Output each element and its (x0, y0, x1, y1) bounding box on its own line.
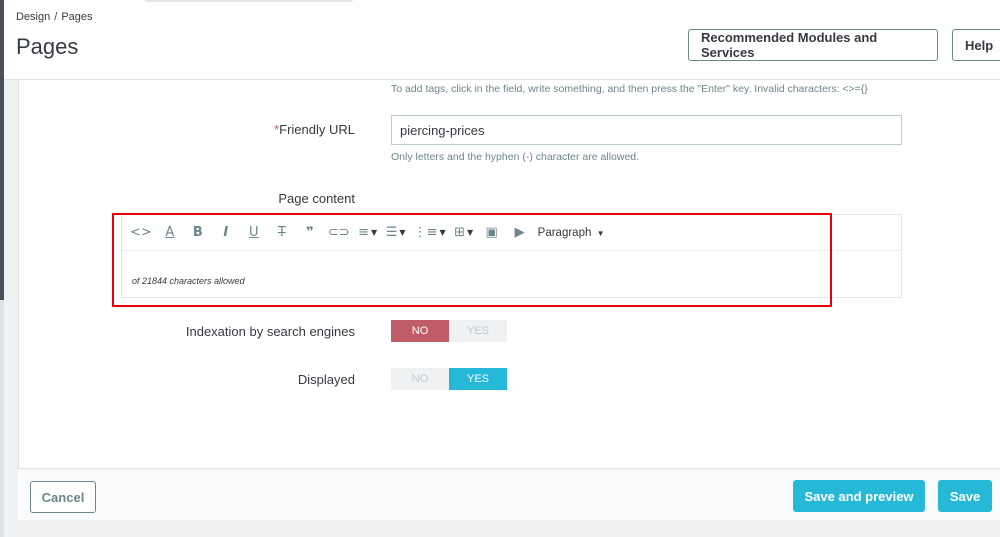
chevron-down-icon: ▼ (370, 228, 378, 237)
align-icon[interactable]: ≡ ▼ (358, 223, 378, 243)
friendly-url-value: piercing-prices (400, 122, 485, 138)
page-title: Pages (16, 34, 79, 59)
displayed-yes-option[interactable]: YES (449, 368, 507, 390)
editor-body[interactable]: of 21844 characters allowed (122, 251, 901, 289)
displayed-label: Displayed (297, 372, 355, 387)
strikethrough-icon[interactable]: T (272, 223, 292, 243)
paragraph-format-select[interactable]: Paragraph ▼ (538, 227, 605, 239)
italic-icon[interactable]: I (216, 223, 236, 243)
top-search-bar[interactable] (144, 0, 354, 2)
recommended-modules-button[interactable]: Recommended Modules and Services (688, 29, 938, 61)
chevron-down-icon: ▼ (399, 228, 406, 237)
displayed-no-option[interactable]: NO (391, 368, 449, 390)
friendly-url-help: Only letters and the hyphen (-) characte… (391, 151, 640, 163)
indexation-no-option[interactable]: NO (391, 320, 449, 342)
link-icon[interactable]: ⊂⊃ (328, 223, 350, 243)
image-icon[interactable]: ▣ (482, 223, 502, 243)
page-content-label: Page content (278, 191, 355, 206)
paragraph-format-label: Paragraph (537, 226, 592, 239)
chevron-down-icon: ▼ (439, 228, 446, 237)
media-icon[interactable]: ▶ (510, 223, 530, 243)
save-and-preview-button[interactable]: Save and preview (793, 480, 925, 512)
bold-icon[interactable]: B (188, 223, 208, 243)
underline-icon[interactable]: U (244, 223, 264, 243)
page-header: Design / Pages Pages Recommended Modules a… (4, 0, 1000, 80)
breadcrumb-design[interactable]: Design (16, 11, 50, 23)
friendly-url-label-text: Friendly URL (279, 122, 355, 137)
friendly-url-label: *Friendly URL (199, 122, 355, 137)
indexation-label: Indexation by search engines (185, 324, 355, 339)
breadcrumb-separator: / (54, 11, 58, 23)
numbered-list-icon[interactable]: ⋮≡ ▼ (414, 223, 446, 243)
save-button[interactable]: Save (938, 480, 992, 512)
sidebar-lower-edge (0, 300, 4, 537)
friendly-url-input[interactable]: piercing-prices (391, 115, 902, 145)
code-icon[interactable]: <> (130, 223, 152, 243)
indexation-yes-option[interactable]: YES (449, 320, 507, 342)
indexation-toggle[interactable]: NO YES (391, 320, 508, 342)
rich-text-editor[interactable]: <> A B I U T ❞ ⊂⊃ ≡ ▼ ☰ ▼ ⋮≡ ▼ ⊞ ▼ ▣ ▶ Parag… (121, 214, 902, 298)
blockquote-icon[interactable]: ❞ (300, 223, 320, 243)
help-button[interactable]: Help (952, 29, 1000, 61)
char-count-text: of 21844 characters allowed (132, 276, 245, 286)
bullet-list-icon[interactable]: ☰ ▼ (386, 223, 406, 243)
chevron-down-icon: ▼ (467, 228, 474, 237)
breadcrumb: Design / Pages (16, 11, 93, 23)
form-footer: Cancel Save and preview Save (18, 468, 1000, 520)
displayed-toggle[interactable]: NO YES (391, 368, 508, 390)
editor-toolbar: <> A B I U T ❞ ⊂⊃ ≡ ▼ ☰ ▼ ⋮≡ ▼ ⊞ ▼ ▣ ▶ Parag… (122, 215, 901, 251)
cancel-button[interactable]: Cancel (30, 481, 96, 513)
chevron-down-icon: ▼ (596, 228, 605, 238)
table-icon[interactable]: ⊞ ▼ (454, 223, 474, 243)
breadcrumb-pages[interactable]: Pages (61, 11, 92, 23)
tags-help-text: To add tags, click in the field, write s… (391, 83, 868, 95)
page-form-card: To add tags, click in the field, write s… (18, 80, 1000, 520)
font-color-icon[interactable]: A (160, 223, 180, 243)
